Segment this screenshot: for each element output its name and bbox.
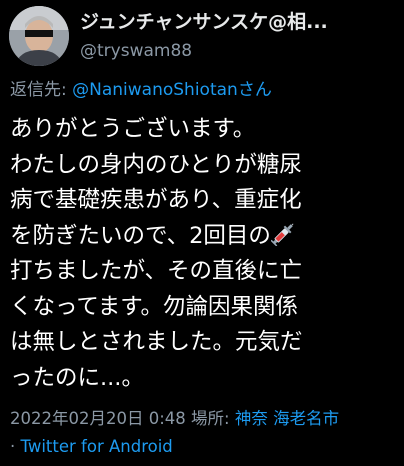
tweet-line: ったのに...。 (10, 364, 144, 391)
place-link[interactable]: 神奈 海老名市 (235, 409, 339, 428)
avatar[interactable] (9, 6, 69, 66)
tweet-line: 病で基礎疾患があり、重症化 (10, 187, 302, 213)
place-label: 場所: (185, 409, 235, 428)
syringe-icon (270, 223, 294, 246)
client-link[interactable]: Twitter for Android (21, 437, 173, 456)
reply-target-link[interactable]: @NaniwanoShiotan (72, 80, 238, 100)
user-avatar-photo-icon (9, 6, 69, 66)
tweet-client-line: · Twitter for Android (10, 436, 173, 458)
tweet-card: ジュンチャンサンスケ@相... @tryswam88 返信先: @Naniwan… (0, 0, 404, 466)
user-handle[interactable]: @tryswam88 (80, 40, 398, 62)
tweet-line: を防ぎたいので、2回目の (10, 222, 271, 249)
reply-prefix: 返信先: (10, 80, 73, 100)
tweet-line: ありがとうございます。 (10, 116, 256, 142)
tweet-timestamp[interactable]: 2022年02月20日 0:48 (10, 409, 186, 428)
tweet-line: わたしの身内のひとりが糖尿 (10, 151, 302, 178)
reply-context: 返信先: @NaniwanoShiotanさん (10, 79, 272, 101)
tweet-line: は無しとされました。元気だ (10, 329, 303, 355)
tweet-text: ありがとうございます。 わたしの身内のひとりが糖尿 病で基礎疾患があり、重症化 … (10, 112, 402, 396)
meta-separator: · (10, 437, 21, 456)
tweet-line-with-emoji: を防ぎたいので、2回目の (10, 219, 402, 255)
reply-suffix: さん (237, 80, 272, 100)
tweet-line: くなってます。勿論因果関係 (10, 293, 299, 320)
tweet-line: 打ちましたが、その直後に亡 (10, 258, 303, 284)
tweet-meta: 2022年02月20日 0:48 場所: 神奈 海老名市 (10, 408, 339, 430)
author-block: ジュンチャンサンスケ@相... @tryswam88 (80, 10, 398, 62)
display-name[interactable]: ジュンチャンサンスケ@相... (80, 10, 398, 34)
